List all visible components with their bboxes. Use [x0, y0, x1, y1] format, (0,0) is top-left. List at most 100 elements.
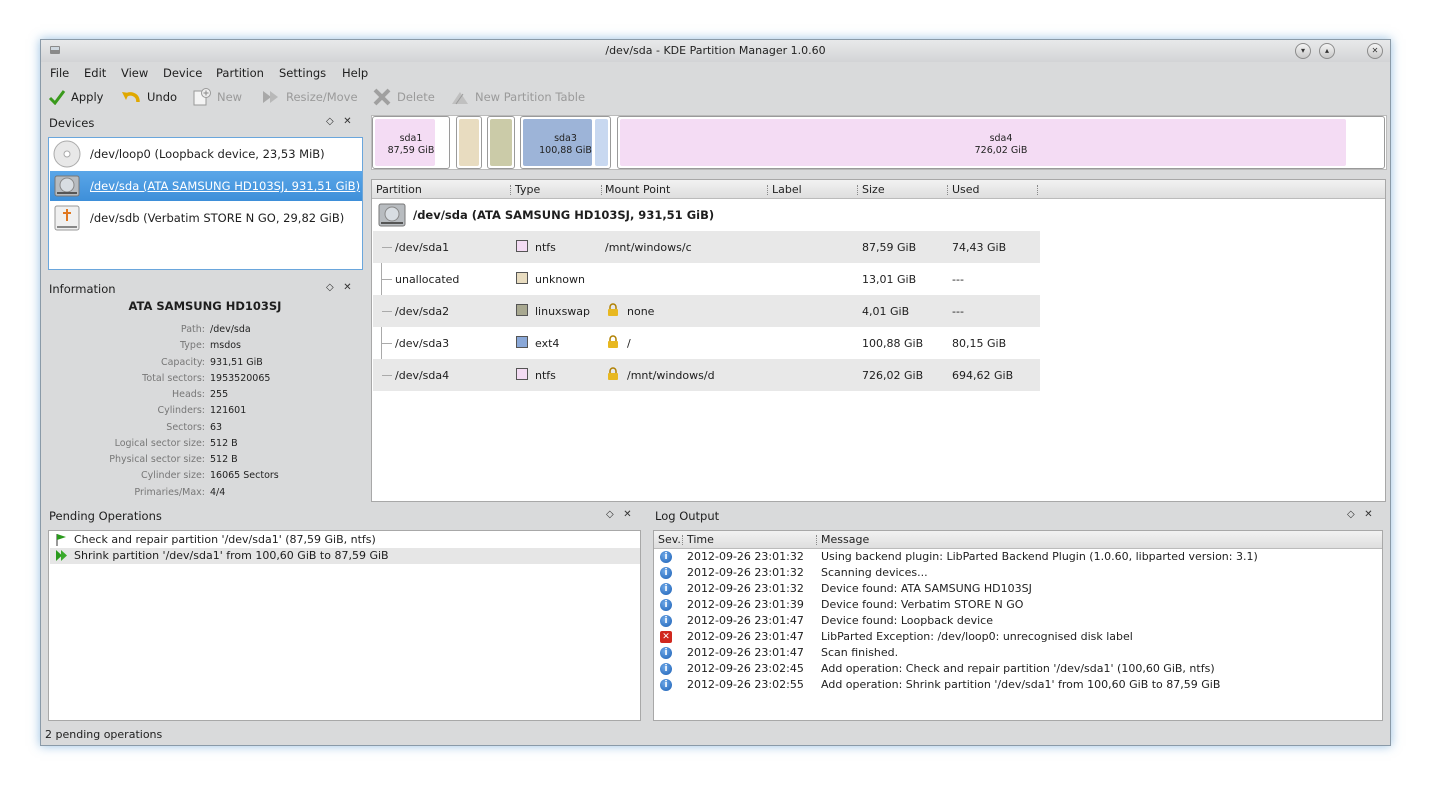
checkmark-icon: [48, 90, 66, 105]
undo-icon: [122, 92, 140, 103]
device-item-sdb[interactable]: /dev/sdb (Verbatim STORE N GO, 29,82 GiB…: [50, 203, 362, 233]
log-table-header: Sev. Time Message: [654, 531, 1382, 549]
info-icon: i: [660, 599, 672, 611]
log-row[interactable]: i 2012-09-26 23:02:55 Add operation: Shrin…: [655, 677, 1381, 693]
info-row: Heads: 255: [172, 389, 229, 400]
title-bar[interactable]: /dev/sda - KDE Partition Manager 1.0.60 …: [41, 40, 1390, 62]
close-button[interactable]: ✕: [1367, 43, 1383, 59]
undo-button[interactable]: Undo: [120, 88, 177, 106]
device-root-label: /dev/sda (ATA SAMSUNG HD103SJ, 931,51 Gi…: [413, 208, 715, 222]
status-bar: 2 pending operations: [41, 726, 1390, 744]
close-dock-icon[interactable]: ✕: [1364, 509, 1372, 520]
info-row: Type: msdos: [179, 340, 241, 351]
info-icon: i: [660, 551, 672, 563]
log-row[interactable]: i 2012-09-26 23:01:32 Device found: ATA SA…: [655, 581, 1381, 597]
info-row: Physical sector size: 512 B: [109, 454, 238, 465]
window-title: /dev/sda - KDE Partition Manager 1.0.60: [605, 44, 826, 57]
table-row[interactable]: /dev/sda2 linuxswap none 4,01 GiB ---: [373, 295, 1040, 327]
type-color-swatch: [516, 304, 528, 316]
column-time[interactable]: Time: [687, 533, 714, 546]
column-partition[interactable]: Partition: [376, 183, 422, 196]
new-document-icon: [193, 88, 211, 106]
delete-button[interactable]: Delete: [372, 88, 435, 106]
info-icon: i: [660, 583, 672, 595]
column-type[interactable]: Type: [515, 183, 540, 196]
column-used[interactable]: Used: [952, 183, 980, 196]
column-size[interactable]: Size: [862, 183, 885, 196]
log-row[interactable]: i 2012-09-26 23:01:39 Device found: Verbat…: [655, 597, 1381, 613]
info-row: Primaries/Max: 4/4: [134, 487, 226, 498]
cdrom-icon: [53, 140, 81, 168]
type-color-swatch: [516, 240, 528, 252]
close-dock-icon[interactable]: ✕: [343, 116, 351, 127]
lock-icon: [608, 367, 618, 380]
device-item-loop0[interactable]: /dev/loop0 (Loopback device, 23,53 MiB): [50, 139, 362, 169]
table-row[interactable]: /dev/sda3 ext4 / 100,88 GiB 80,15 GiB: [373, 327, 1040, 359]
column-message[interactable]: Message: [821, 533, 869, 546]
partition-segment-sda1[interactable]: sda1 87,59 GiB: [372, 116, 450, 169]
status-text: 2 pending operations: [45, 728, 163, 741]
info-icon: i: [660, 663, 672, 675]
menu-settings[interactable]: Settings: [279, 66, 326, 80]
log-row[interactable]: i 2012-09-26 23:01:32 Scanning devices...: [655, 565, 1381, 581]
log-dock-buttons: ◇ ✕: [1347, 509, 1373, 520]
column-severity[interactable]: Sev.: [658, 533, 681, 546]
close-dock-icon[interactable]: ✕: [343, 282, 351, 293]
partition-segment-sda4[interactable]: sda4 726,02 GiB: [617, 116, 1385, 169]
table-row[interactable]: unallocated unknown 13,01 GiB ---: [373, 263, 1040, 295]
partition-table-header: Partition Type Mount Point Label Size Us…: [372, 180, 1385, 199]
devices-list: /dev/loop0 (Loopback device, 23,53 MiB) …: [48, 137, 363, 270]
column-label[interactable]: Label: [772, 183, 802, 196]
type-color-swatch: [516, 272, 528, 284]
column-mount-point[interactable]: Mount Point: [605, 183, 670, 196]
float-icon[interactable]: ◇: [1347, 509, 1355, 520]
log-row[interactable]: ✕ 2012-09-26 23:01:47 LibParted Exception:…: [655, 629, 1381, 645]
partition-segment-unallocated[interactable]: [456, 116, 482, 169]
minimize-button[interactable]: ▾: [1295, 43, 1311, 59]
flag-icon: [56, 534, 66, 546]
table-row[interactable]: /dev/sda1 ntfs /mnt/windows/c 87,59 GiB …: [373, 231, 1040, 263]
float-icon[interactable]: ◇: [326, 116, 334, 127]
log-row[interactable]: i 2012-09-26 23:01:47 Device found: Loopba…: [655, 613, 1381, 629]
apply-button[interactable]: Apply: [48, 88, 103, 106]
menu-edit[interactable]: Edit: [84, 66, 106, 80]
list-item[interactable]: Shrink partition '/dev/sda1' from 100,60…: [50, 548, 640, 564]
delete-icon: [373, 88, 391, 106]
log-row[interactable]: i 2012-09-26 23:01:47 Scan finished.: [655, 645, 1381, 661]
log-row[interactable]: i 2012-09-26 23:01:32 Using backend plugin…: [655, 549, 1381, 565]
lock-icon: [608, 335, 618, 348]
resize-move-button[interactable]: Resize/Move: [261, 88, 358, 106]
list-item[interactable]: Check and repair partition '/dev/sda1' (…: [50, 532, 640, 548]
partition-segment-sda2[interactable]: [487, 116, 515, 169]
log-row[interactable]: i 2012-09-26 23:02:45 Add operation: Check…: [655, 661, 1381, 677]
resize-arrows-icon: [56, 550, 67, 561]
info-row: Sectors: 63: [166, 422, 223, 433]
float-icon[interactable]: ◇: [606, 509, 614, 520]
menu-help[interactable]: Help: [342, 66, 368, 80]
info-row: Path:/dev/sda: [180, 324, 251, 335]
close-dock-icon[interactable]: ✕: [623, 509, 631, 520]
menu-partition[interactable]: Partition: [216, 66, 264, 80]
menu-view[interactable]: View: [121, 66, 148, 80]
pending-operations-list: Check and repair partition '/dev/sda1' (…: [48, 530, 641, 721]
table-row[interactable]: /dev/sda4 ntfs /mnt/windows/d 726,02 GiB…: [373, 359, 1040, 391]
new-partition-button[interactable]: New: [192, 88, 242, 106]
partition-segment-sda3[interactable]: sda3 100,88 GiB: [520, 116, 611, 169]
harddisk-icon: [54, 175, 80, 197]
toolbar: Apply Undo New Resize/Move Delete New Pa…: [41, 85, 1390, 109]
device-tree-root[interactable]: /dev/sda (ATA SAMSUNG HD103SJ, 931,51 Gi…: [373, 199, 1040, 231]
harddisk-icon: [378, 203, 406, 227]
menu-file[interactable]: File: [50, 66, 69, 80]
devices-panel-title: Devices: [49, 116, 95, 130]
float-icon[interactable]: ◇: [326, 282, 334, 293]
info-row: Capacity: 931,51 GiB: [160, 357, 263, 368]
pending-panel-title: Pending Operations: [49, 509, 162, 523]
info-row: Logical sector size: 512 B: [114, 438, 238, 449]
menu-device[interactable]: Device: [163, 66, 202, 80]
device-item-sda[interactable]: /dev/sda (ATA SAMSUNG HD103SJ, 931,51 Gi…: [50, 171, 362, 201]
info-icon: i: [660, 679, 672, 691]
info-icon: i: [660, 615, 672, 627]
new-partition-table-button[interactable]: New Partition Table: [450, 88, 585, 106]
maximize-button[interactable]: ▴: [1319, 43, 1335, 59]
information-dock-buttons: ◇ ✕: [326, 282, 352, 293]
